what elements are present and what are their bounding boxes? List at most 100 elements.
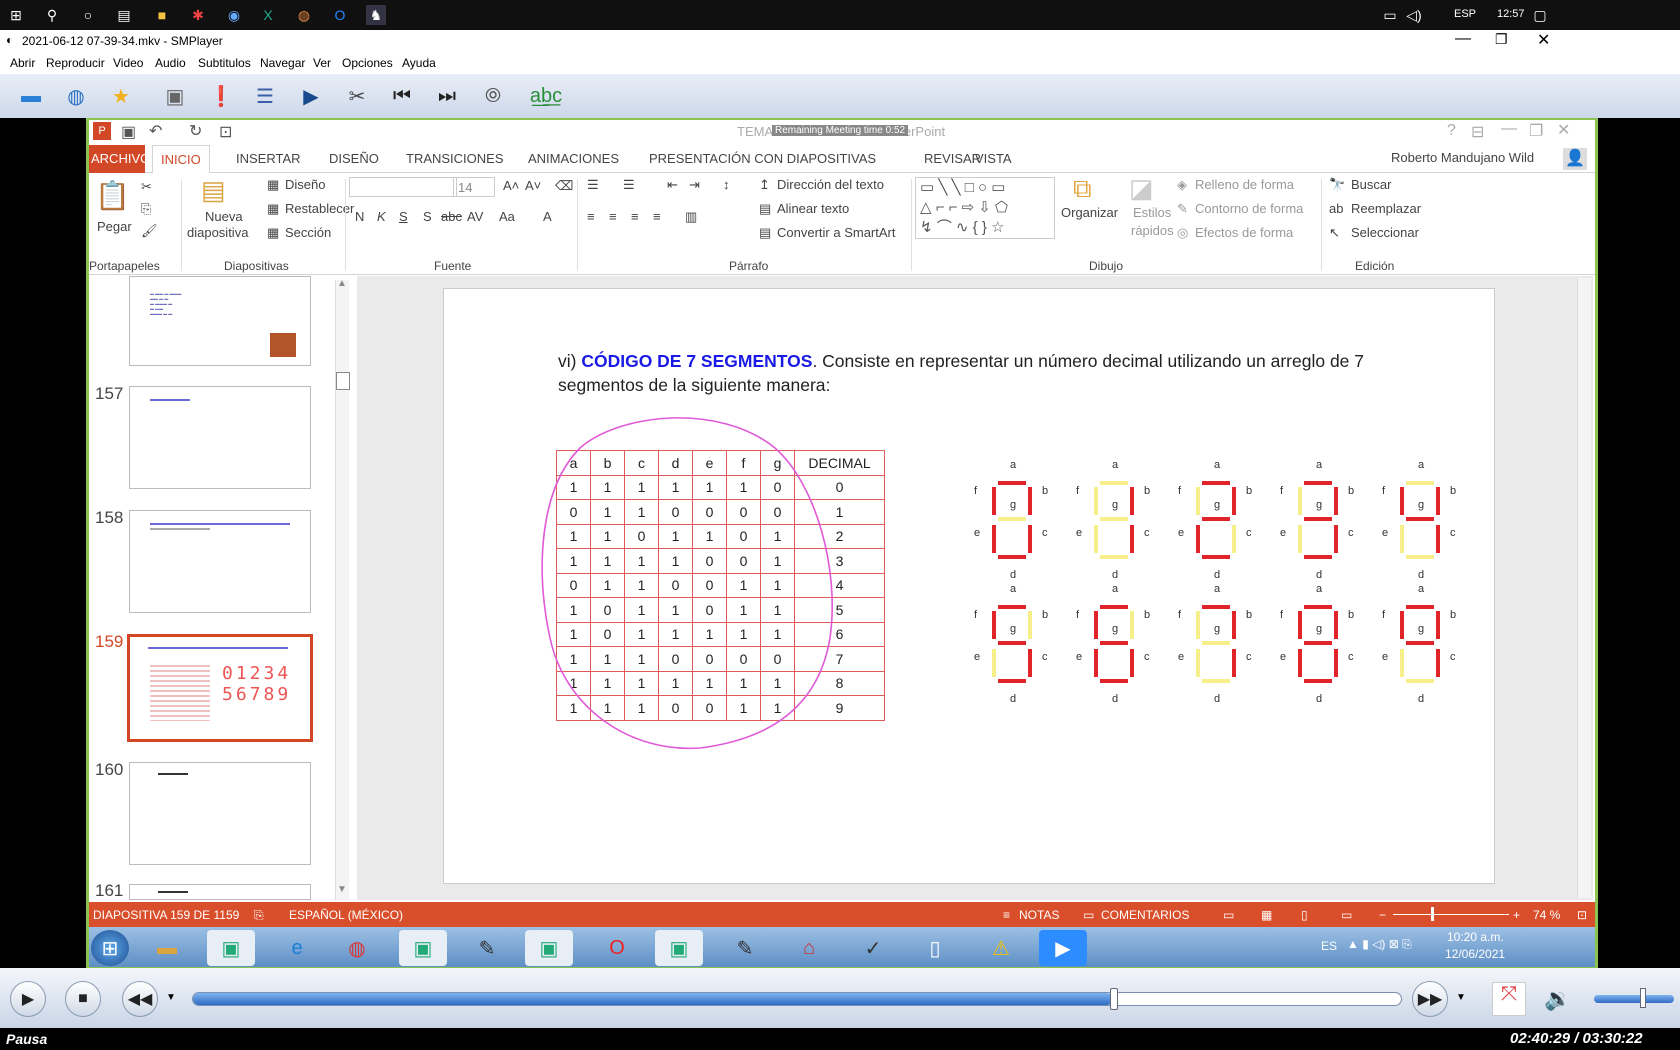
window-icon[interactable]: ▣ bbox=[207, 930, 255, 966]
text-direction-button[interactable]: Dirección del texto bbox=[777, 177, 884, 192]
find-button[interactable]: Buscar bbox=[1351, 177, 1391, 192]
menu-subtitulos[interactable]: Subtitulos bbox=[198, 56, 251, 70]
align-right-icon[interactable]: ≡ bbox=[631, 209, 639, 224]
document-icon[interactable]: ▯ bbox=[911, 930, 959, 966]
zoom-in-icon[interactable]: + bbox=[1513, 908, 1520, 922]
info-icon[interactable]: ❗ bbox=[204, 79, 238, 113]
comments-button[interactable]: COMENTARIOS bbox=[1101, 908, 1189, 922]
rewind-button[interactable]: ◀◀ bbox=[122, 981, 158, 1017]
rewind-menu-icon[interactable]: ▼ bbox=[166, 992, 176, 1003]
menu-reproducir[interactable]: Reproducir bbox=[46, 56, 105, 70]
underline-button[interactable]: S bbox=[399, 209, 408, 224]
opera-icon[interactable]: O bbox=[593, 930, 641, 966]
font-color-button[interactable]: A bbox=[543, 209, 552, 224]
zoom-level[interactable]: 74 % bbox=[1533, 908, 1560, 922]
chrome-icon-2[interactable]: ◍ bbox=[333, 930, 381, 966]
quick-styles-label[interactable]: Estilos bbox=[1133, 205, 1171, 220]
lang-indicator[interactable]: ESP bbox=[1454, 8, 1476, 20]
zoom-slider-thumb[interactable] bbox=[1431, 907, 1434, 921]
slide-counter[interactable]: DIAPOSITIVA 159 DE 1159 bbox=[93, 908, 239, 922]
w7-lang[interactable]: ES bbox=[1321, 939, 1337, 953]
seek-bar[interactable] bbox=[192, 992, 1402, 1006]
shapes-gallery[interactable]: ▭ ╲ ╲ □ ○ ▭ △ ⌐ ⌐ ⇨ ⇩ ⬠ ↯ ⌒ ∿ { } ☆ bbox=[915, 177, 1055, 239]
shape-outline-button[interactable]: Contorno de forma bbox=[1195, 201, 1303, 216]
volume-slider[interactable] bbox=[1594, 995, 1674, 1003]
tab-animaciones[interactable]: ANIMACIONES bbox=[528, 151, 619, 166]
thumbs-scroll-thumb[interactable] bbox=[336, 372, 350, 390]
outlook-icon[interactable]: O bbox=[330, 5, 350, 25]
tab-revisar[interactable]: REVISAR bbox=[924, 151, 981, 166]
menu-abrir[interactable]: Abrir bbox=[10, 56, 35, 70]
align-text-button[interactable]: Alinear texto bbox=[777, 201, 849, 216]
notes-icon[interactable]: ≡ bbox=[1003, 908, 1010, 922]
zoom-slider[interactable] bbox=[1393, 914, 1509, 915]
tab-diseno[interactable]: DISEÑO bbox=[329, 151, 379, 166]
align-left-icon[interactable]: ≡ bbox=[587, 209, 595, 224]
home-icon[interactable]: ⌂ bbox=[785, 930, 833, 966]
tab-insertar[interactable]: INSERTAR bbox=[236, 151, 301, 166]
ribbon-options-icon[interactable]: ⊟ bbox=[1471, 122, 1484, 142]
checklist-icon[interactable]: ✓ bbox=[849, 930, 897, 966]
slide-thumb-159[interactable]: 01234 56789 bbox=[127, 634, 313, 742]
columns-icon[interactable]: ▥ bbox=[685, 209, 697, 225]
windows-start-icon[interactable]: ⊞ bbox=[6, 5, 26, 25]
speaker-icon[interactable]: 🔉 bbox=[1544, 986, 1571, 1012]
ppt-close-icon[interactable]: ✕ bbox=[1557, 120, 1570, 140]
menu-audio[interactable]: Audio bbox=[155, 56, 186, 70]
case-button[interactable]: Aa bbox=[499, 209, 515, 224]
slack-icon[interactable]: ✱ bbox=[188, 5, 208, 25]
forward-button[interactable]: ▶▶ bbox=[1412, 981, 1448, 1017]
find-icon[interactable]: 🔭 bbox=[1329, 177, 1345, 193]
w7-tray-icons[interactable]: ▲ ▮ ◁) ⊠ ⎘ bbox=[1347, 937, 1412, 952]
paint-icon[interactable]: ✎ bbox=[721, 930, 769, 966]
menu-ver[interactable]: Ver bbox=[313, 56, 331, 70]
reading-view-icon[interactable]: ▯ bbox=[1301, 908, 1308, 922]
replace-icon[interactable]: ab bbox=[1329, 201, 1343, 216]
arrange-button[interactable]: Organizar bbox=[1061, 205, 1118, 220]
shrink-font-icon[interactable]: A˅ bbox=[525, 178, 541, 193]
paste-button[interactable]: Pegar bbox=[97, 219, 132, 234]
minimize-icon[interactable]: — bbox=[1455, 30, 1471, 48]
window-icon-4[interactable]: ▣ bbox=[655, 930, 703, 966]
undo-icon[interactable]: ↶ bbox=[149, 121, 162, 141]
spellcheck-icon[interactable]: ⎘ bbox=[254, 908, 264, 923]
sorter-view-icon[interactable]: ▦ bbox=[1261, 908, 1272, 922]
video-equalizer-icon[interactable]: ▶ bbox=[294, 79, 328, 113]
bold-button[interactable]: N bbox=[355, 209, 364, 224]
menu-navegar[interactable]: Navegar bbox=[260, 56, 305, 70]
w7-date[interactable]: 12/06/2021 bbox=[1445, 947, 1505, 961]
slide-thumb-156[interactable]: ▬ ▬▬ ▬ ▬▬▬ ▬▬ ▬ ▬ ▬ ▬▬▬ ▬ ▬ ▬▬ ▬▬▬ ▬ ▬ bbox=[129, 276, 311, 366]
select-button[interactable]: Seleccionar bbox=[1351, 225, 1419, 240]
grow-font-icon[interactable]: A˄ bbox=[503, 178, 519, 193]
user-avatar[interactable]: 👤 bbox=[1563, 148, 1587, 170]
window-icon-3[interactable]: ▣ bbox=[525, 930, 573, 966]
menu-opciones[interactable]: Opciones bbox=[342, 56, 393, 70]
audio-track-icon[interactable]: ⦾ bbox=[476, 79, 510, 113]
numbering-icon[interactable]: ☰ bbox=[623, 177, 635, 193]
canvas-scrollbar[interactable] bbox=[1577, 278, 1591, 898]
reset-button[interactable]: Restablecer bbox=[285, 201, 354, 216]
tab-vista[interactable]: VISTA bbox=[975, 151, 1012, 166]
save-icon[interactable]: ▣ bbox=[121, 122, 136, 142]
explorer-icon[interactable]: ▬ bbox=[143, 930, 191, 966]
new-slide-button[interactable]: diapositiva bbox=[187, 225, 248, 240]
slide-thumb-160[interactable] bbox=[129, 762, 311, 865]
fit-slide-icon[interactable]: ⊡ bbox=[1577, 908, 1587, 922]
shape-fill-button[interactable]: Relleno de forma bbox=[1195, 177, 1294, 192]
close-icon[interactable]: ✕ bbox=[1537, 30, 1550, 50]
arrange-icon[interactable]: ⧉ bbox=[1073, 173, 1092, 205]
search-icon[interactable]: ⚲ bbox=[42, 5, 62, 25]
language-indicator[interactable]: ESPAÑOL (MÉXICO) bbox=[289, 908, 403, 922]
fill-icon[interactable]: ◈ bbox=[1177, 177, 1187, 193]
slide-thumb-161[interactable] bbox=[129, 884, 311, 900]
volume-icon[interactable]: ◁) bbox=[1404, 5, 1424, 25]
align-text-icon[interactable]: ▤ bbox=[759, 201, 771, 217]
new-slide-label[interactable]: Nueva bbox=[205, 209, 243, 224]
forward-menu-icon[interactable]: ▼ bbox=[1456, 992, 1466, 1003]
select-icon[interactable]: ↖ bbox=[1329, 225, 1340, 241]
notifications-icon[interactable]: ▢ bbox=[1530, 5, 1550, 25]
warning-icon[interactable]: ⚠ bbox=[977, 930, 1025, 966]
ie-icon[interactable]: e bbox=[273, 930, 321, 966]
replace-button[interactable]: Reemplazar bbox=[1351, 201, 1421, 216]
preferences-tools-icon[interactable]: ✂ bbox=[340, 79, 374, 113]
